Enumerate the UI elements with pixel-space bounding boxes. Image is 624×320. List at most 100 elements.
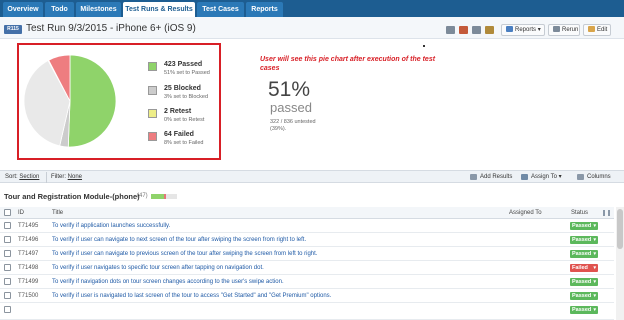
status-dropdown[interactable]: Passed ▾ xyxy=(570,250,598,258)
legend-label-passed: 423 Passed xyxy=(164,61,203,68)
print-icon[interactable] xyxy=(472,26,481,34)
passed-label: passed xyxy=(270,100,312,115)
test-title-link[interactable]: To verify if user is navigated to last s… xyxy=(52,293,331,299)
columns-icon xyxy=(577,174,584,180)
section-title: Tour and Registration Module-(phone) xyxy=(4,192,140,201)
run-id-badge: R115 xyxy=(4,25,22,34)
sort-control[interactable]: Sort: Section xyxy=(5,174,39,180)
section-progress-passed xyxy=(151,194,164,199)
tab-test-runs-results[interactable]: Test Runs & Results xyxy=(123,2,195,17)
rerun-icon xyxy=(553,26,560,32)
assign-to-label: Assign To xyxy=(531,174,557,180)
test-id: T71499 xyxy=(18,279,39,285)
legend-sub-failed: 8% set to Failed xyxy=(164,140,204,146)
test-title-link[interactable]: To verify if application launches succes… xyxy=(52,223,170,229)
filter-bar: Sort: Section Filter: None Add Results A… xyxy=(0,170,624,183)
legend-label-retest: 2 Retest xyxy=(164,108,192,115)
mail-icon[interactable] xyxy=(446,26,455,34)
assign-icon xyxy=(521,174,528,180)
edit-label: Edit xyxy=(597,27,608,33)
untested-summary: 322 / 836 untested (39%). xyxy=(270,119,316,132)
row-checkbox[interactable] xyxy=(4,306,11,313)
top-navigation: Overview Todo Milestones Test Runs & Res… xyxy=(0,0,624,17)
pie-slice-passed xyxy=(67,54,117,148)
scrollbar-thumb[interactable] xyxy=(617,209,623,249)
status-label: Passed xyxy=(572,223,592,229)
status-label: Failed xyxy=(572,265,588,271)
column-assigned-to[interactable]: Assigned To xyxy=(509,210,542,216)
legend-sub-retest: 0% set to Retest xyxy=(164,117,205,123)
table-row[interactable]: T71498 To verify if user navigates to sp… xyxy=(0,261,614,275)
row-checkbox[interactable] xyxy=(4,292,11,299)
column-status[interactable]: Status xyxy=(571,210,588,216)
columns-label: Columns xyxy=(587,174,611,180)
chevron-down-icon: ▾ xyxy=(593,265,596,271)
status-label: Passed xyxy=(572,279,592,285)
sort-value[interactable]: Section xyxy=(19,174,39,180)
columns-grip-icon[interactable] xyxy=(603,210,610,216)
column-title[interactable]: Title xyxy=(52,210,63,216)
table-row[interactable]: T71496 To verify if user can navigate to… xyxy=(0,233,614,247)
legend-sub-blocked: 3% set to Blocked xyxy=(164,94,209,100)
row-checkbox[interactable] xyxy=(4,222,11,229)
table-row[interactable]: T71499 To verify if navigation dots on t… xyxy=(0,275,614,289)
tab-reports[interactable]: Reports xyxy=(246,2,283,17)
row-checkbox[interactable] xyxy=(4,264,11,271)
section-progress-failed xyxy=(164,194,166,199)
table-row[interactable]: T71495 To verify if application launches… xyxy=(0,219,614,233)
test-title-link[interactable]: To verify if user navigates to specific … xyxy=(52,265,264,271)
status-dropdown[interactable]: Passed ▾ xyxy=(570,278,598,286)
legend-sub-passed: 51% set to Passed xyxy=(164,70,210,76)
table-row[interactable]: T71500 To verify if user is navigated to… xyxy=(0,289,614,303)
test-title-link[interactable]: To verify if navigation dots on tour scr… xyxy=(52,279,284,285)
row-checkbox[interactable] xyxy=(4,250,11,257)
status-dropdown[interactable]: Passed ▾ xyxy=(570,236,598,244)
test-id: T71497 xyxy=(18,251,39,257)
chevron-down-icon: ▾ xyxy=(593,279,596,285)
row-checkbox[interactable] xyxy=(4,236,11,243)
chevron-down-icon: ▾ xyxy=(593,251,596,257)
stray-dot xyxy=(423,45,425,47)
status-label: Passed xyxy=(572,293,592,299)
legend-swatch-passed xyxy=(148,62,157,71)
status-dropdown[interactable]: Passed ▾ xyxy=(570,306,598,314)
status-dropdown[interactable]: Failed ▾ xyxy=(570,264,598,272)
pencil-icon xyxy=(588,26,595,32)
table-row[interactable]: T71497 To verify if user can navigate to… xyxy=(0,247,614,261)
filter-control[interactable]: Filter: None xyxy=(51,174,82,180)
legend-label-blocked: 25 Blocked xyxy=(164,85,201,92)
test-id: T71500 xyxy=(18,293,39,299)
tab-todo[interactable]: Todo xyxy=(45,2,74,17)
rerun-button[interactable]: Rerun xyxy=(548,24,580,36)
chevron-down-icon: ▾ xyxy=(593,293,596,299)
columns-button[interactable]: Columns xyxy=(575,172,611,182)
status-dropdown[interactable]: Passed ▾ xyxy=(570,222,598,230)
reports-icon xyxy=(506,26,513,32)
add-results-icon xyxy=(470,174,477,180)
test-title-link[interactable]: To verify if user can navigate to next s… xyxy=(52,237,306,243)
row-checkbox[interactable] xyxy=(4,278,11,285)
lock-icon[interactable] xyxy=(485,26,494,34)
scrollbar[interactable] xyxy=(616,207,624,320)
export-icon[interactable] xyxy=(459,26,468,34)
annotation-note: User will see this pie chart after execu… xyxy=(260,56,436,72)
section-count: (47) xyxy=(137,193,148,199)
add-results-button[interactable]: Add Results xyxy=(468,172,512,182)
column-id[interactable]: ID xyxy=(18,210,24,216)
assign-to-button[interactable]: Assign To ▾ xyxy=(519,172,562,182)
edit-button[interactable]: Edit xyxy=(583,24,611,36)
reports-label: Reports xyxy=(515,27,537,33)
status-dropdown[interactable]: Passed ▾ xyxy=(570,292,598,300)
section-progress-bar xyxy=(151,194,177,199)
test-title-link[interactable]: To verify if user can navigate to previo… xyxy=(52,251,317,257)
filter-label: Filter: xyxy=(51,174,66,180)
chevron-down-icon: ▾ xyxy=(558,174,562,180)
tab-test-cases[interactable]: Test Cases xyxy=(197,2,244,17)
tab-overview[interactable]: Overview xyxy=(3,2,43,17)
select-all-checkbox[interactable] xyxy=(4,209,11,216)
status-label: Passed xyxy=(572,307,592,313)
table-row[interactable]: Passed ▾ xyxy=(0,303,614,320)
filter-value[interactable]: None xyxy=(68,174,82,180)
tab-milestones[interactable]: Milestones xyxy=(76,2,121,17)
reports-dropdown-button[interactable]: Reports ▾ xyxy=(501,24,545,36)
